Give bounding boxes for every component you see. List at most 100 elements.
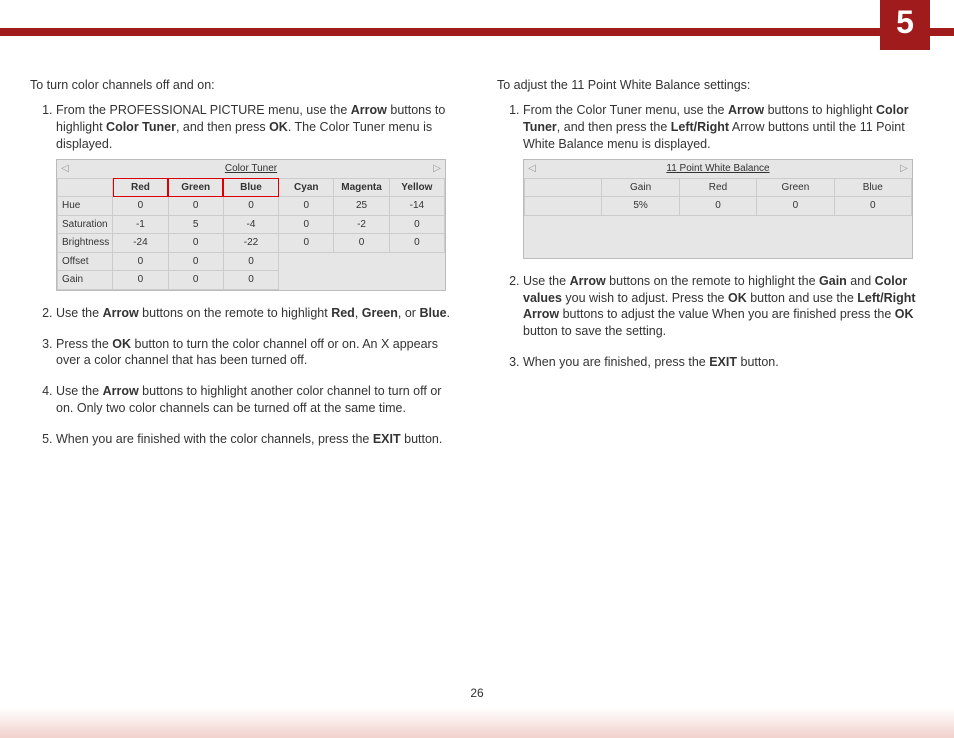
bold-left-right: Left/Right [671, 120, 729, 134]
text: button and use the [747, 291, 858, 305]
text: button. [737, 355, 779, 369]
row-gain: Gain 0 0 0 [58, 271, 445, 290]
row-label: Gain [58, 271, 113, 290]
right-step-1: From the Color Tuner menu, use the Arrow… [523, 102, 924, 259]
text: buttons to adjust the value When you are… [559, 307, 895, 321]
cell: 0 [679, 197, 756, 216]
color-tuner-header: ◁ Color Tuner ▷ [57, 160, 445, 178]
text: From the Color Tuner menu, use the [523, 103, 728, 117]
bold-exit: EXIT [373, 432, 401, 446]
header-row: Red Green Blue Cyan Magenta Yellow [58, 178, 445, 197]
text: , [355, 306, 362, 320]
bold-ok: OK [112, 337, 131, 351]
bold-color-tuner: Color Tuner [106, 120, 176, 134]
bold-blue: Blue [419, 306, 446, 320]
footer-gradient [0, 708, 954, 738]
right-arrow-icon: ▷ [896, 164, 912, 174]
text: buttons on the remote to highlight the [606, 274, 819, 288]
right-step-3: When you are finished, press the EXIT bu… [523, 354, 924, 371]
bold-arrow: Arrow [728, 103, 764, 117]
blank-cell [58, 178, 113, 197]
header-bar [0, 28, 954, 36]
text: , and then press the [557, 120, 671, 134]
cell: 0 [223, 197, 278, 216]
text: , or [398, 306, 420, 320]
right-step-2: Use the Arrow buttons on the remote to h… [523, 273, 924, 341]
left-step-1: From the PROFESSIONAL PICTURE menu, use … [56, 102, 457, 291]
text: When you are finished with the color cha… [56, 432, 373, 446]
text: Press the [56, 337, 112, 351]
bold-exit: EXIT [709, 355, 737, 369]
cell: 0 [168, 271, 223, 290]
cell: 0 [389, 215, 444, 234]
white-balance-panel: ◁ 11 Point White Balance ▷ Gain Red Gree… [523, 159, 913, 259]
col-blue: Blue [834, 178, 911, 197]
text: button to save the setting. [523, 324, 666, 338]
cell: -1 [113, 215, 168, 234]
right-arrow-icon: ▷ [429, 164, 445, 174]
cell: -4 [223, 215, 278, 234]
bold-arrow: Arrow [103, 306, 139, 320]
white-balance-header: ◁ 11 Point White Balance ▷ [524, 160, 912, 178]
white-balance-title: 11 Point White Balance [540, 162, 896, 176]
cell: 0 [223, 271, 278, 290]
text: From the PROFESSIONAL PICTURE menu, use … [56, 103, 351, 117]
text: . [447, 306, 450, 320]
color-tuner-title: Color Tuner [73, 162, 429, 176]
bold-green: Green [362, 306, 398, 320]
page-number: 26 [0, 686, 954, 700]
text: When you are finished, press the [523, 355, 709, 369]
empty-cell [279, 271, 445, 290]
left-step-3: Press the OK button to turn the color ch… [56, 336, 457, 370]
bold-gain: Gain [819, 274, 847, 288]
blank-cell [525, 197, 602, 216]
cell: 0 [223, 252, 278, 271]
row-offset: Offset 0 0 0 [58, 252, 445, 271]
cell: 5% [602, 197, 679, 216]
left-intro: To turn color channels off and on: [30, 78, 457, 92]
text: , and then press [176, 120, 269, 134]
row-hue: Hue 0 0 0 0 25 -14 [58, 197, 445, 216]
col-green: Green [757, 178, 834, 197]
cell: 0 [757, 197, 834, 216]
row-saturation: Saturation -1 5 -4 0 -2 0 [58, 215, 445, 234]
cell: 25 [334, 197, 389, 216]
cell: 0 [113, 271, 168, 290]
right-intro: To adjust the 11 Point White Balance set… [497, 78, 924, 92]
text: Use the [56, 384, 103, 398]
left-step-4: Use the Arrow buttons to highlight anoth… [56, 383, 457, 417]
cell: 0 [279, 215, 334, 234]
text: buttons on the remote to highlight [139, 306, 332, 320]
cell: -14 [389, 197, 444, 216]
row-values: 5% 0 0 0 [525, 197, 912, 216]
left-step-5: When you are finished with the color cha… [56, 431, 457, 448]
left-arrow-icon: ◁ [524, 164, 540, 174]
right-column: To adjust the 11 Point White Balance set… [497, 78, 924, 462]
page-body: To turn color channels off and on: From … [30, 78, 924, 462]
col-gain: Gain [602, 178, 679, 197]
bold-arrow: Arrow [570, 274, 606, 288]
empty-cell [279, 252, 445, 271]
cell: -2 [334, 215, 389, 234]
row-label: Saturation [58, 215, 113, 234]
bold-ok: OK [728, 291, 747, 305]
white-balance-table: Gain Red Green Blue 5% 0 0 0 [524, 178, 912, 216]
cell: 0 [279, 197, 334, 216]
left-steps: From the PROFESSIONAL PICTURE menu, use … [30, 102, 457, 448]
blank-cell [525, 178, 602, 197]
bold-ok: OK [895, 307, 914, 321]
col-red: Red [113, 178, 168, 197]
col-yellow: Yellow [389, 178, 444, 197]
right-steps: From the Color Tuner menu, use the Arrow… [497, 102, 924, 371]
bold-ok: OK [269, 120, 288, 134]
cell: 0 [168, 252, 223, 271]
col-blue: Blue [223, 178, 278, 197]
cell: 0 [113, 197, 168, 216]
cell: -24 [113, 234, 168, 253]
text: and [847, 274, 875, 288]
left-column: To turn color channels off and on: From … [30, 78, 457, 462]
cell: 0 [168, 234, 223, 253]
cell: 0 [334, 234, 389, 253]
row-label: Offset [58, 252, 113, 271]
cell: 0 [168, 197, 223, 216]
